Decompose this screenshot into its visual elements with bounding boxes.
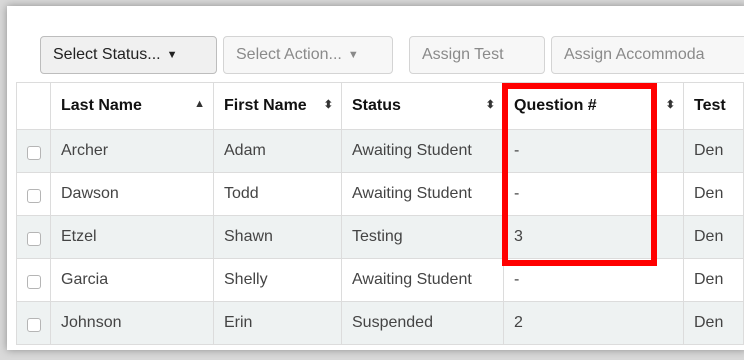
status-header-label: Status <box>352 97 401 114</box>
select-action-label: Select Action... <box>236 46 342 63</box>
first-name-cell: Shelly <box>213 258 342 302</box>
status-cell: Awaiting Student <box>341 172 504 216</box>
first-name-cell: Todd <box>213 172 342 216</box>
first-name-cell: Erin <box>213 301 342 345</box>
status-cell: Suspended <box>341 301 504 345</box>
first-name-cell: Adam <box>213 129 342 173</box>
assign-accommodations-button[interactable]: Assign Accommoda <box>551 36 744 74</box>
question-cell: - <box>503 258 684 302</box>
test-cell: Den <box>683 258 744 302</box>
question-cell: 3 <box>503 215 684 259</box>
caret-down-icon: ▼ <box>166 49 178 61</box>
question-header-label: Question # <box>514 97 597 114</box>
row-checkbox-cell <box>16 129 51 173</box>
column-header-status[interactable]: Status ⬍ <box>341 82 504 130</box>
sort-icon[interactable]: ⬍ <box>324 98 333 111</box>
row-checkbox[interactable] <box>26 146 41 160</box>
assign-accommodations-label: Assign Accommoda <box>564 46 705 63</box>
last-name-cell: Etzel <box>50 215 214 259</box>
first-name-cell: Shawn <box>213 215 342 259</box>
sort-icon[interactable]: ⬍ <box>666 98 675 111</box>
column-header-question[interactable]: Question # ⬍ <box>503 82 684 130</box>
test-cell: Den <box>683 301 744 345</box>
sort-ascending-icon[interactable]: ▲ <box>194 98 205 110</box>
row-checkbox[interactable] <box>26 318 41 332</box>
test-header-label: Test <box>694 97 726 114</box>
row-checkbox[interactable] <box>26 232 41 246</box>
row-checkbox-cell <box>16 172 51 216</box>
first-name-header-label: First Name <box>224 97 307 114</box>
table-row[interactable]: Garcia Shelly Awaiting Student - Den <box>16 258 744 302</box>
row-checkbox-cell <box>16 258 51 302</box>
last-name-cell: Archer <box>50 129 214 173</box>
caret-down-icon: ▼ <box>347 49 359 61</box>
assign-test-button[interactable]: Assign Test <box>409 36 545 74</box>
assign-test-label: Assign Test <box>422 46 504 63</box>
table-row[interactable]: Johnson Erin Suspended 2 Den <box>16 301 744 345</box>
question-cell: - <box>503 172 684 216</box>
last-name-cell: Dawson <box>50 172 214 216</box>
status-cell: Testing <box>341 215 504 259</box>
test-cell: Den <box>683 129 744 173</box>
row-checkbox[interactable] <box>26 189 41 203</box>
select-action-dropdown[interactable]: Select Action... ▼ <box>223 36 393 74</box>
test-cell: Den <box>683 215 744 259</box>
students-table: Last Name ▲ First Name ⬍ Status ⬍ Questi… <box>16 82 744 345</box>
table-header-row: Last Name ▲ First Name ⬍ Status ⬍ Questi… <box>16 82 744 130</box>
status-cell: Awaiting Student <box>341 258 504 302</box>
row-checkbox[interactable] <box>26 275 41 289</box>
select-status-label: Select Status... <box>53 46 161 63</box>
row-checkbox-cell <box>16 215 51 259</box>
question-cell: 2 <box>503 301 684 345</box>
toolbar: Select Status... ▼ Select Action... ▼ Assi… <box>7 6 744 86</box>
table-row[interactable]: Archer Adam Awaiting Student - Den <box>16 129 744 173</box>
last-name-cell: Garcia <box>50 258 214 302</box>
select-status-dropdown[interactable]: Select Status... ▼ <box>40 36 217 74</box>
question-cell: - <box>503 129 684 173</box>
last-name-cell: Johnson <box>50 301 214 345</box>
column-header-last-name[interactable]: Last Name ▲ <box>50 82 214 130</box>
select-column-header <box>16 82 51 130</box>
sort-icon[interactable]: ⬍ <box>486 98 495 111</box>
table-row[interactable]: Etzel Shawn Testing 3 Den <box>16 215 744 259</box>
status-cell: Awaiting Student <box>341 129 504 173</box>
test-cell: Den <box>683 172 744 216</box>
last-name-header-label: Last Name <box>61 97 142 114</box>
column-header-first-name[interactable]: First Name ⬍ <box>213 82 342 130</box>
column-header-test[interactable]: Test <box>683 82 744 130</box>
row-checkbox-cell <box>16 301 51 345</box>
table-row[interactable]: Dawson Todd Awaiting Student - Den <box>16 172 744 216</box>
